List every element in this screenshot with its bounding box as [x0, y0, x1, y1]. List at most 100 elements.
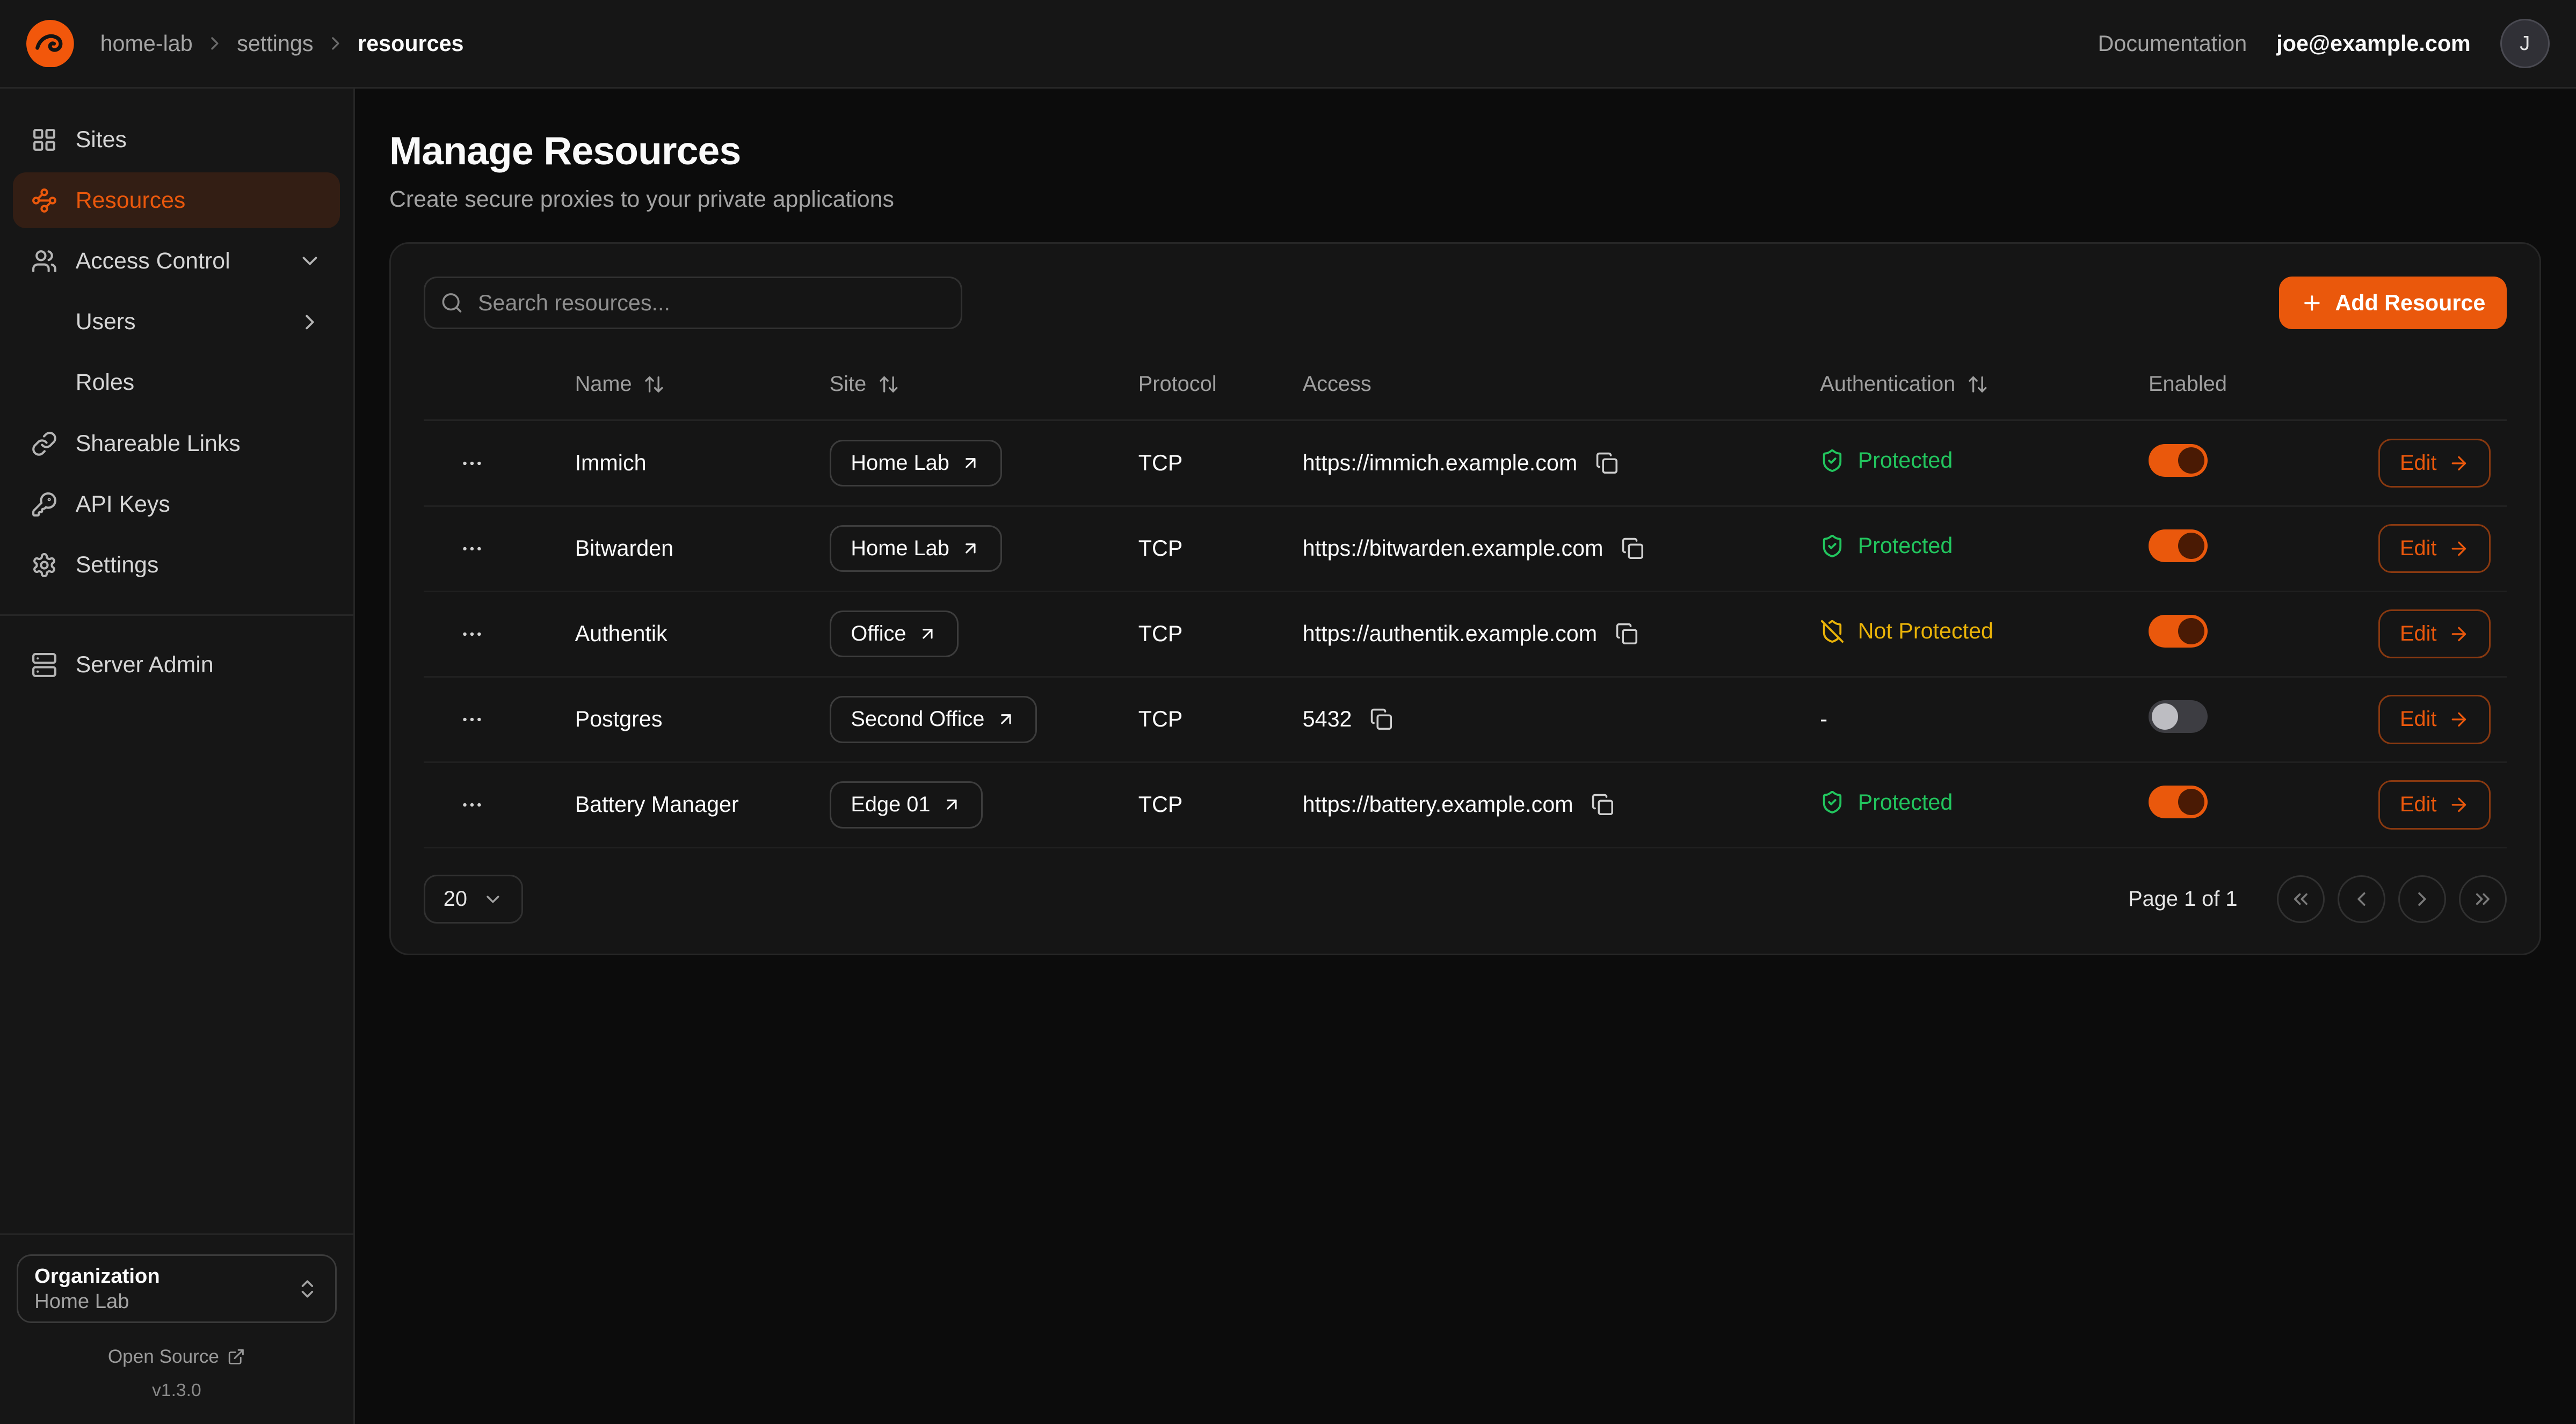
copy-button[interactable] [1588, 790, 1617, 819]
sidebar-item-server-admin[interactable]: Server Admin [13, 637, 340, 693]
breadcrumb-org[interactable]: home-lab [100, 31, 193, 56]
user-email[interactable]: joe@example.com [2276, 31, 2470, 56]
ellipsis-icon [460, 622, 484, 646]
sidebar: Sites Resources Access Control Users Rol… [0, 89, 355, 1424]
main-content: Manage Resources Create secure proxies t… [355, 89, 2576, 1424]
row-menu-button[interactable] [453, 529, 491, 567]
organization-value: Home Lab [34, 1290, 160, 1313]
enabled-toggle[interactable] [2149, 529, 2208, 562]
external-link-icon [227, 1348, 245, 1366]
sidebar-item-shareable-links[interactable]: Shareable Links [13, 416, 340, 471]
search-box [424, 277, 962, 329]
copy-button[interactable] [1592, 448, 1622, 478]
app-logo-icon[interactable] [26, 20, 74, 68]
breadcrumb-settings[interactable]: settings [237, 31, 313, 56]
enabled-toggle[interactable] [2149, 444, 2208, 477]
documentation-link[interactable]: Documentation [2098, 31, 2247, 56]
organization-label: Organization [34, 1265, 160, 1288]
edit-button[interactable]: Edit [2378, 524, 2491, 573]
copy-button[interactable] [1618, 534, 1648, 563]
sidebar-item-resources[interactable]: Resources [13, 172, 340, 228]
chevron-right-icon [204, 33, 226, 54]
sidebar-item-settings[interactable]: Settings [13, 537, 340, 593]
column-header-authentication[interactable]: Authentication [1820, 372, 2149, 396]
row-menu-button[interactable] [453, 444, 491, 482]
resource-protocol: TCP [1138, 707, 1183, 731]
sidebar-item-label: Users [76, 309, 136, 335]
enabled-toggle[interactable] [2149, 615, 2208, 648]
enabled-toggle[interactable] [2149, 786, 2208, 818]
copy-icon [1615, 622, 1638, 645]
site-link-button[interactable]: Office [830, 611, 959, 658]
edit-button[interactable]: Edit [2378, 609, 2491, 659]
copy-button[interactable] [1367, 704, 1396, 734]
chevron-right-icon [325, 33, 346, 54]
arrow-right-icon [2448, 623, 2470, 645]
search-input[interactable] [424, 277, 962, 329]
sidebar-divider [0, 614, 353, 616]
column-header-site[interactable]: Site [830, 372, 1138, 396]
prev-page-button[interactable] [2338, 875, 2385, 923]
auth-status-label: - [1820, 707, 1827, 732]
sidebar-item-api-keys[interactable]: API Keys [13, 476, 340, 532]
last-page-button[interactable] [2459, 875, 2507, 923]
chevron-down-icon [482, 889, 504, 910]
add-resource-button[interactable]: Add Resource [2279, 277, 2507, 329]
site-link-button[interactable]: Home Lab [830, 440, 1002, 487]
edit-button[interactable]: Edit [2378, 439, 2491, 488]
sidebar-item-access-control[interactable]: Access Control [13, 233, 340, 289]
topbar: home-lab settings resources Documentatio… [0, 0, 2576, 89]
table-row: Bitwarden Home Lab TCP https://bitwarden… [424, 507, 2507, 592]
sort-icon [643, 374, 665, 395]
next-page-button[interactable] [2398, 875, 2446, 923]
resource-access-url: https://authentik.example.com [1303, 621, 1597, 646]
arrow-right-icon [2448, 538, 2470, 560]
sidebar-item-label: Server Admin [76, 652, 214, 678]
copy-button[interactable] [1612, 619, 1642, 649]
resource-protocol: TCP [1138, 451, 1183, 475]
open-source-label: Open Source [108, 1346, 219, 1368]
page-subtitle: Create secure proxies to your private ap… [389, 186, 2541, 213]
column-header-name[interactable]: Name [575, 372, 830, 396]
first-page-button[interactable] [2277, 875, 2325, 923]
site-link-button[interactable]: Second Office [830, 696, 1037, 743]
row-menu-button[interactable] [453, 786, 491, 824]
enabled-toggle[interactable] [2149, 700, 2208, 733]
copy-icon [1591, 793, 1614, 816]
table-header-row: Name Site Protocol Access Authenticati [424, 349, 2507, 422]
arrow-up-right-icon [942, 795, 962, 815]
arrow-right-icon [2448, 453, 2470, 474]
pagination: 20 Page 1 of 1 [424, 875, 2507, 924]
avatar-initial: J [2520, 32, 2530, 55]
add-resource-label: Add Resource [2335, 290, 2485, 316]
gear-icon [31, 552, 57, 578]
row-menu-button[interactable] [453, 700, 491, 738]
column-header-enabled: Enabled [2149, 372, 2378, 396]
resource-access-url: https://bitwarden.example.com [1303, 536, 1603, 561]
column-header-protocol: Protocol [1138, 372, 1303, 396]
breadcrumb: home-lab settings resources [100, 31, 464, 56]
ellipsis-icon [460, 451, 484, 476]
page-size-select[interactable]: 20 [424, 875, 523, 924]
sidebar-item-label: Resources [76, 187, 186, 214]
auth-status: Protected [1820, 448, 1953, 473]
edit-button[interactable]: Edit [2378, 695, 2491, 744]
edit-button-label: Edit [2400, 536, 2437, 561]
site-name: Home Lab [851, 451, 949, 475]
organization-selector[interactable]: Organization Home Lab [17, 1254, 337, 1323]
resource-name: Bitwarden [575, 536, 674, 561]
sidebar-item-label: Access Control [76, 248, 230, 274]
sidebar-item-sites[interactable]: Sites [13, 112, 340, 168]
shield-check-icon [1820, 448, 1845, 473]
open-source-link[interactable]: Open Source [17, 1346, 337, 1368]
edit-button[interactable]: Edit [2378, 780, 2491, 830]
sidebar-item-roles[interactable]: Roles [13, 355, 340, 411]
sidebar-item-label: Shareable Links [76, 431, 241, 457]
avatar[interactable]: J [2500, 19, 2550, 68]
site-link-button[interactable]: Edge 01 [830, 781, 983, 829]
organization-selector-text: Organization Home Lab [34, 1265, 160, 1313]
resource-name: Immich [575, 451, 647, 475]
site-link-button[interactable]: Home Lab [830, 525, 1002, 572]
sidebar-item-users[interactable]: Users [13, 294, 340, 350]
row-menu-button[interactable] [453, 615, 491, 652]
